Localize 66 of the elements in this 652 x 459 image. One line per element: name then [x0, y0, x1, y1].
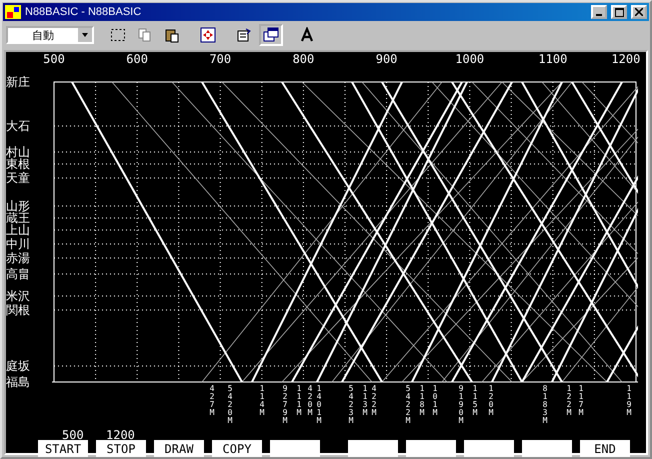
maximize-button[interactable]	[611, 5, 627, 19]
copy-icon	[137, 27, 153, 43]
station-label: 米沢	[6, 290, 30, 302]
time-axis-label: 1200	[611, 52, 640, 66]
time-axis-label: 500	[43, 52, 65, 66]
station-label: 大石	[6, 120, 30, 132]
station-label: 福島	[6, 376, 30, 388]
train-number: 5420M	[226, 385, 234, 425]
dashed-rectangle-icon	[110, 27, 126, 43]
train-number: 111M	[296, 385, 302, 417]
station-label: 天童	[6, 172, 30, 184]
four-arrows-icon	[200, 27, 216, 43]
station-label: 新庄	[6, 76, 30, 88]
train-number: 9279M	[282, 385, 288, 425]
train-number: 9190M	[458, 385, 464, 425]
train-number: 1401M	[316, 385, 322, 425]
letter-a-icon	[299, 27, 315, 43]
minimize-button[interactable]	[591, 5, 607, 19]
windows-icon	[263, 27, 279, 43]
train-number: 122M	[566, 385, 572, 417]
station-label: 高畠	[6, 268, 30, 280]
train-number: 8183M	[542, 385, 548, 425]
station-label: 庭坂	[6, 360, 30, 372]
time-axis-label: 600	[126, 52, 148, 66]
window-title: N88BASIC - N88BASIC	[25, 6, 142, 18]
train-number: 114M	[258, 385, 266, 417]
stop-value: 1200	[106, 428, 135, 442]
train-number: 5423M	[348, 385, 354, 425]
app-icon	[5, 5, 21, 19]
station-label: 蔵王	[6, 212, 30, 224]
function-key[interactable]: END	[580, 440, 630, 457]
maximize-icon	[614, 8, 624, 16]
station-label: 東根	[6, 158, 30, 170]
time-axis-label: 800	[292, 52, 314, 66]
train-number: 5422M	[404, 385, 412, 425]
train-number: 113M	[362, 385, 368, 417]
train-number: 120M	[488, 385, 494, 417]
window-button[interactable]	[259, 24, 283, 46]
time-axis-label: 1000	[455, 52, 484, 66]
time-axis-label: 1100	[538, 52, 568, 66]
train-number: 115M	[472, 385, 478, 417]
time-axis-label: 700	[209, 52, 232, 66]
close-button[interactable]	[631, 5, 647, 19]
train-number: 101M	[432, 385, 438, 417]
close-icon	[635, 8, 643, 16]
start-value: 500	[62, 428, 84, 442]
function-key[interactable]: START	[38, 440, 88, 457]
train-number: 422M	[370, 385, 378, 417]
train-number: 117M	[578, 385, 584, 417]
font-dropdown[interactable]: 自動	[6, 26, 94, 44]
station-label: 関根	[6, 304, 30, 316]
train-number: 427M	[208, 385, 216, 417]
time-axis-label: 900	[376, 52, 398, 66]
train-number: 119M	[626, 385, 632, 417]
station-label: 赤湯	[6, 252, 30, 264]
paste-icon	[164, 27, 180, 43]
train-number: 420M	[306, 385, 314, 417]
properties-icon	[236, 27, 252, 43]
function-key[interactable]: STOP	[96, 440, 146, 457]
station-label: 上山	[6, 224, 30, 236]
station-label: 山形	[6, 200, 30, 212]
station-label: 中川	[6, 238, 30, 250]
station-label: 村山	[6, 146, 30, 158]
function-key[interactable]: COPY	[212, 440, 262, 457]
train-number: 118M	[418, 385, 426, 417]
function-key[interactable]: DRAW	[154, 440, 204, 457]
